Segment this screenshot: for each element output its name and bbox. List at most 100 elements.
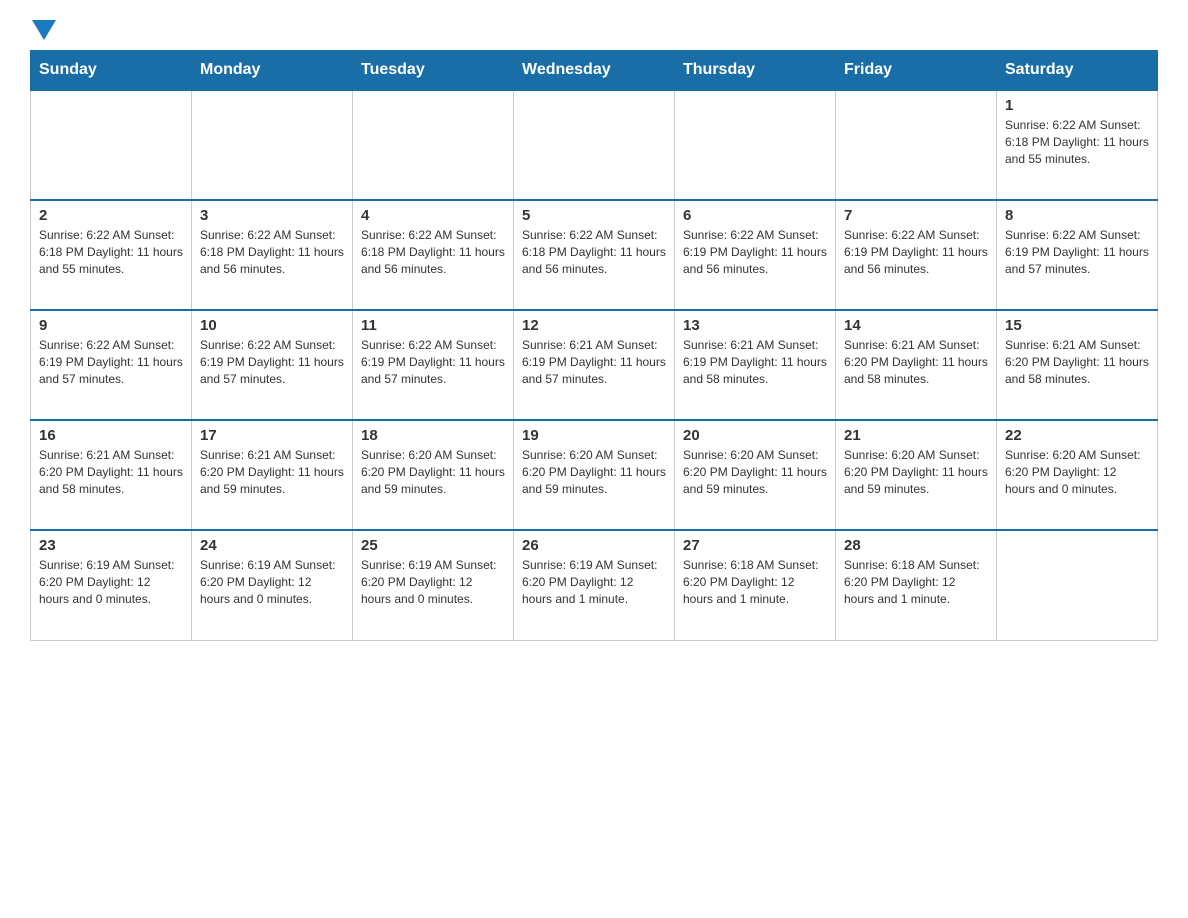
day-info: Sunrise: 6:19 AM Sunset: 6:20 PM Dayligh… [39,557,183,607]
calendar-cell: 16 Sunrise: 6:21 AM Sunset: 6:20 PM Dayli… [31,420,192,530]
day-number: 17 [200,427,344,444]
calendar-cell: 7 Sunrise: 6:22 AM Sunset: 6:19 PM Daylig… [836,200,997,310]
calendar-cell: 11 Sunrise: 6:22 AM Sunset: 6:19 PM Dayli… [353,310,514,420]
day-info: Sunrise: 6:18 AM Sunset: 6:20 PM Dayligh… [844,557,988,607]
day-info: Sunrise: 6:22 AM Sunset: 6:19 PM Dayligh… [844,227,988,277]
day-number: 27 [683,537,827,554]
day-info: Sunrise: 6:21 AM Sunset: 6:19 PM Dayligh… [522,337,666,387]
day-number: 18 [361,427,505,444]
calendar-cell: 17 Sunrise: 6:21 AM Sunset: 6:20 PM Dayli… [192,420,353,530]
day-number: 7 [844,207,988,224]
day-number: 28 [844,537,988,554]
calendar-cell: 6 Sunrise: 6:22 AM Sunset: 6:19 PM Daylig… [675,200,836,310]
calendar-cell [31,90,192,200]
day-info: Sunrise: 6:22 AM Sunset: 6:18 PM Dayligh… [1005,117,1149,167]
day-info: Sunrise: 6:21 AM Sunset: 6:20 PM Dayligh… [844,337,988,387]
day-of-week-header: Wednesday [514,51,675,91]
calendar-cell: 20Sunrise: 6:20 AM Sunset: 6:20 PM Dayli… [675,420,836,530]
calendar-week-row: 23 Sunrise: 6:19 AM Sunset: 6:20 PM Dayli… [31,530,1158,640]
calendar-cell: 25 Sunrise: 6:19 AM Sunset: 6:20 PM Dayli… [353,530,514,640]
day-of-week-header: Sunday [31,51,192,91]
day-info: Sunrise: 6:22 AM Sunset: 6:18 PM Dayligh… [361,227,505,277]
day-info: Sunrise: 6:20 AM Sunset: 6:20 PM Dayligh… [683,447,827,497]
calendar-cell [353,90,514,200]
calendar-cell: 3 Sunrise: 6:22 AM Sunset: 6:18 PM Daylig… [192,200,353,310]
page-header [30,20,1158,40]
calendar-cell: 2 Sunrise: 6:22 AM Sunset: 6:18 PM Daylig… [31,200,192,310]
day-info: Sunrise: 6:22 AM Sunset: 6:18 PM Dayligh… [522,227,666,277]
day-info: Sunrise: 6:20 AM Sunset: 6:20 PM Dayligh… [844,447,988,497]
day-of-week-header: Thursday [675,51,836,91]
calendar-cell: 22 Sunrise: 6:20 AM Sunset: 6:20 PM Dayli… [997,420,1158,530]
day-number: 9 [39,317,183,334]
calendar-cell: 1 Sunrise: 6:22 AM Sunset: 6:18 PM Daylig… [997,90,1158,200]
day-info: Sunrise: 6:18 AM Sunset: 6:20 PM Dayligh… [683,557,827,607]
day-number: 21 [844,427,988,444]
calendar-cell [192,90,353,200]
day-info: Sunrise: 6:19 AM Sunset: 6:20 PM Dayligh… [522,557,666,607]
day-of-week-header: Friday [836,51,997,91]
day-number: 22 [1005,427,1149,444]
calendar-cell: 26 Sunrise: 6:19 AM Sunset: 6:20 PM Dayli… [514,530,675,640]
calendar-cell: 8 Sunrise: 6:22 AM Sunset: 6:19 PM Daylig… [997,200,1158,310]
day-info: Sunrise: 6:22 AM Sunset: 6:19 PM Dayligh… [683,227,827,277]
day-info: Sunrise: 6:20 AM Sunset: 6:20 PM Dayligh… [522,447,666,497]
logo-triangle-icon [32,20,56,40]
day-info: Sunrise: 6:22 AM Sunset: 6:19 PM Dayligh… [1005,227,1149,277]
calendar-cell [675,90,836,200]
calendar-cell: 28 Sunrise: 6:18 AM Sunset: 6:20 PM Dayli… [836,530,997,640]
day-info: Sunrise: 6:19 AM Sunset: 6:20 PM Dayligh… [361,557,505,607]
calendar-week-row: 16 Sunrise: 6:21 AM Sunset: 6:20 PM Dayli… [31,420,1158,530]
day-number: 24 [200,537,344,554]
day-number: 14 [844,317,988,334]
day-number: 15 [1005,317,1149,334]
logo [30,20,58,40]
day-info: Sunrise: 6:22 AM Sunset: 6:19 PM Dayligh… [361,337,505,387]
day-info: Sunrise: 6:22 AM Sunset: 6:18 PM Dayligh… [200,227,344,277]
calendar-cell: 19 Sunrise: 6:20 AM Sunset: 6:20 PM Dayli… [514,420,675,530]
day-number: 26 [522,537,666,554]
day-number: 1 [1005,97,1149,114]
calendar-week-row: 2 Sunrise: 6:22 AM Sunset: 6:18 PM Daylig… [31,200,1158,310]
day-number: 11 [361,317,505,334]
day-number: 4 [361,207,505,224]
day-info: Sunrise: 6:21 AM Sunset: 6:20 PM Dayligh… [39,447,183,497]
calendar-cell: 21 Sunrise: 6:20 AM Sunset: 6:20 PM Dayli… [836,420,997,530]
calendar-cell: 24 Sunrise: 6:19 AM Sunset: 6:20 PM Dayli… [192,530,353,640]
day-info: Sunrise: 6:20 AM Sunset: 6:20 PM Dayligh… [1005,447,1149,497]
calendar-cell: 5 Sunrise: 6:22 AM Sunset: 6:18 PM Daylig… [514,200,675,310]
day-number: 23 [39,537,183,554]
day-number: 16 [39,427,183,444]
day-info: Sunrise: 6:22 AM Sunset: 6:19 PM Dayligh… [39,337,183,387]
calendar-week-row: 9 Sunrise: 6:22 AM Sunset: 6:19 PM Daylig… [31,310,1158,420]
day-info: Sunrise: 6:22 AM Sunset: 6:18 PM Dayligh… [39,227,183,277]
day-info: Sunrise: 6:19 AM Sunset: 6:20 PM Dayligh… [200,557,344,607]
calendar-cell: 10 Sunrise: 6:22 AM Sunset: 6:19 PM Dayli… [192,310,353,420]
calendar-cell: 9 Sunrise: 6:22 AM Sunset: 6:19 PM Daylig… [31,310,192,420]
day-number: 25 [361,537,505,554]
calendar-cell: 4 Sunrise: 6:22 AM Sunset: 6:18 PM Daylig… [353,200,514,310]
day-info: Sunrise: 6:22 AM Sunset: 6:19 PM Dayligh… [200,337,344,387]
day-info: Sunrise: 6:21 AM Sunset: 6:19 PM Dayligh… [683,337,827,387]
day-number: 10 [200,317,344,334]
calendar-cell [997,530,1158,640]
day-number: 12 [522,317,666,334]
day-number: 13 [683,317,827,334]
calendar-cell [836,90,997,200]
day-of-week-header: Tuesday [353,51,514,91]
day-number: 8 [1005,207,1149,224]
calendar-week-row: 1 Sunrise: 6:22 AM Sunset: 6:18 PM Daylig… [31,90,1158,200]
calendar-cell: 14 Sunrise: 6:21 AM Sunset: 6:20 PM Dayli… [836,310,997,420]
day-info: Sunrise: 6:21 AM Sunset: 6:20 PM Dayligh… [1005,337,1149,387]
day-number: 2 [39,207,183,224]
calendar-cell: 23 Sunrise: 6:19 AM Sunset: 6:20 PM Dayli… [31,530,192,640]
day-info: Sunrise: 6:20 AM Sunset: 6:20 PM Dayligh… [361,447,505,497]
day-number: 3 [200,207,344,224]
day-number: 6 [683,207,827,224]
day-number: 19 [522,427,666,444]
calendar-cell: 15 Sunrise: 6:21 AM Sunset: 6:20 PM Dayli… [997,310,1158,420]
day-number: 5 [522,207,666,224]
calendar-table: SundayMondayTuesdayWednesdayThursdayFrid… [30,50,1158,641]
day-info: Sunrise: 6:21 AM Sunset: 6:20 PM Dayligh… [200,447,344,497]
calendar-cell: 12 Sunrise: 6:21 AM Sunset: 6:19 PM Dayli… [514,310,675,420]
